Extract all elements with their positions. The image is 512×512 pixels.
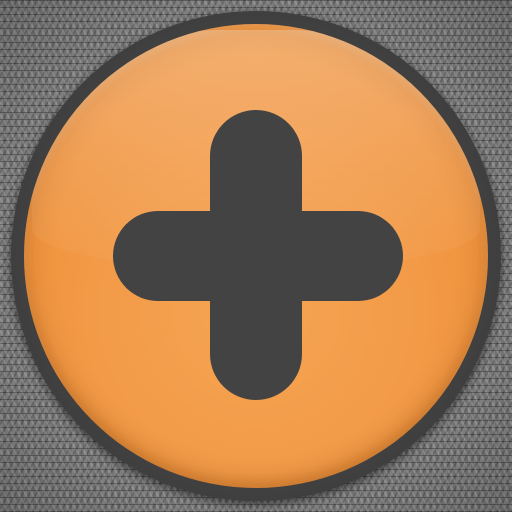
plus-icon-vertical-bar <box>210 110 302 400</box>
add-app-icon[interactable] <box>0 0 512 512</box>
plus-icon <box>0 0 512 512</box>
